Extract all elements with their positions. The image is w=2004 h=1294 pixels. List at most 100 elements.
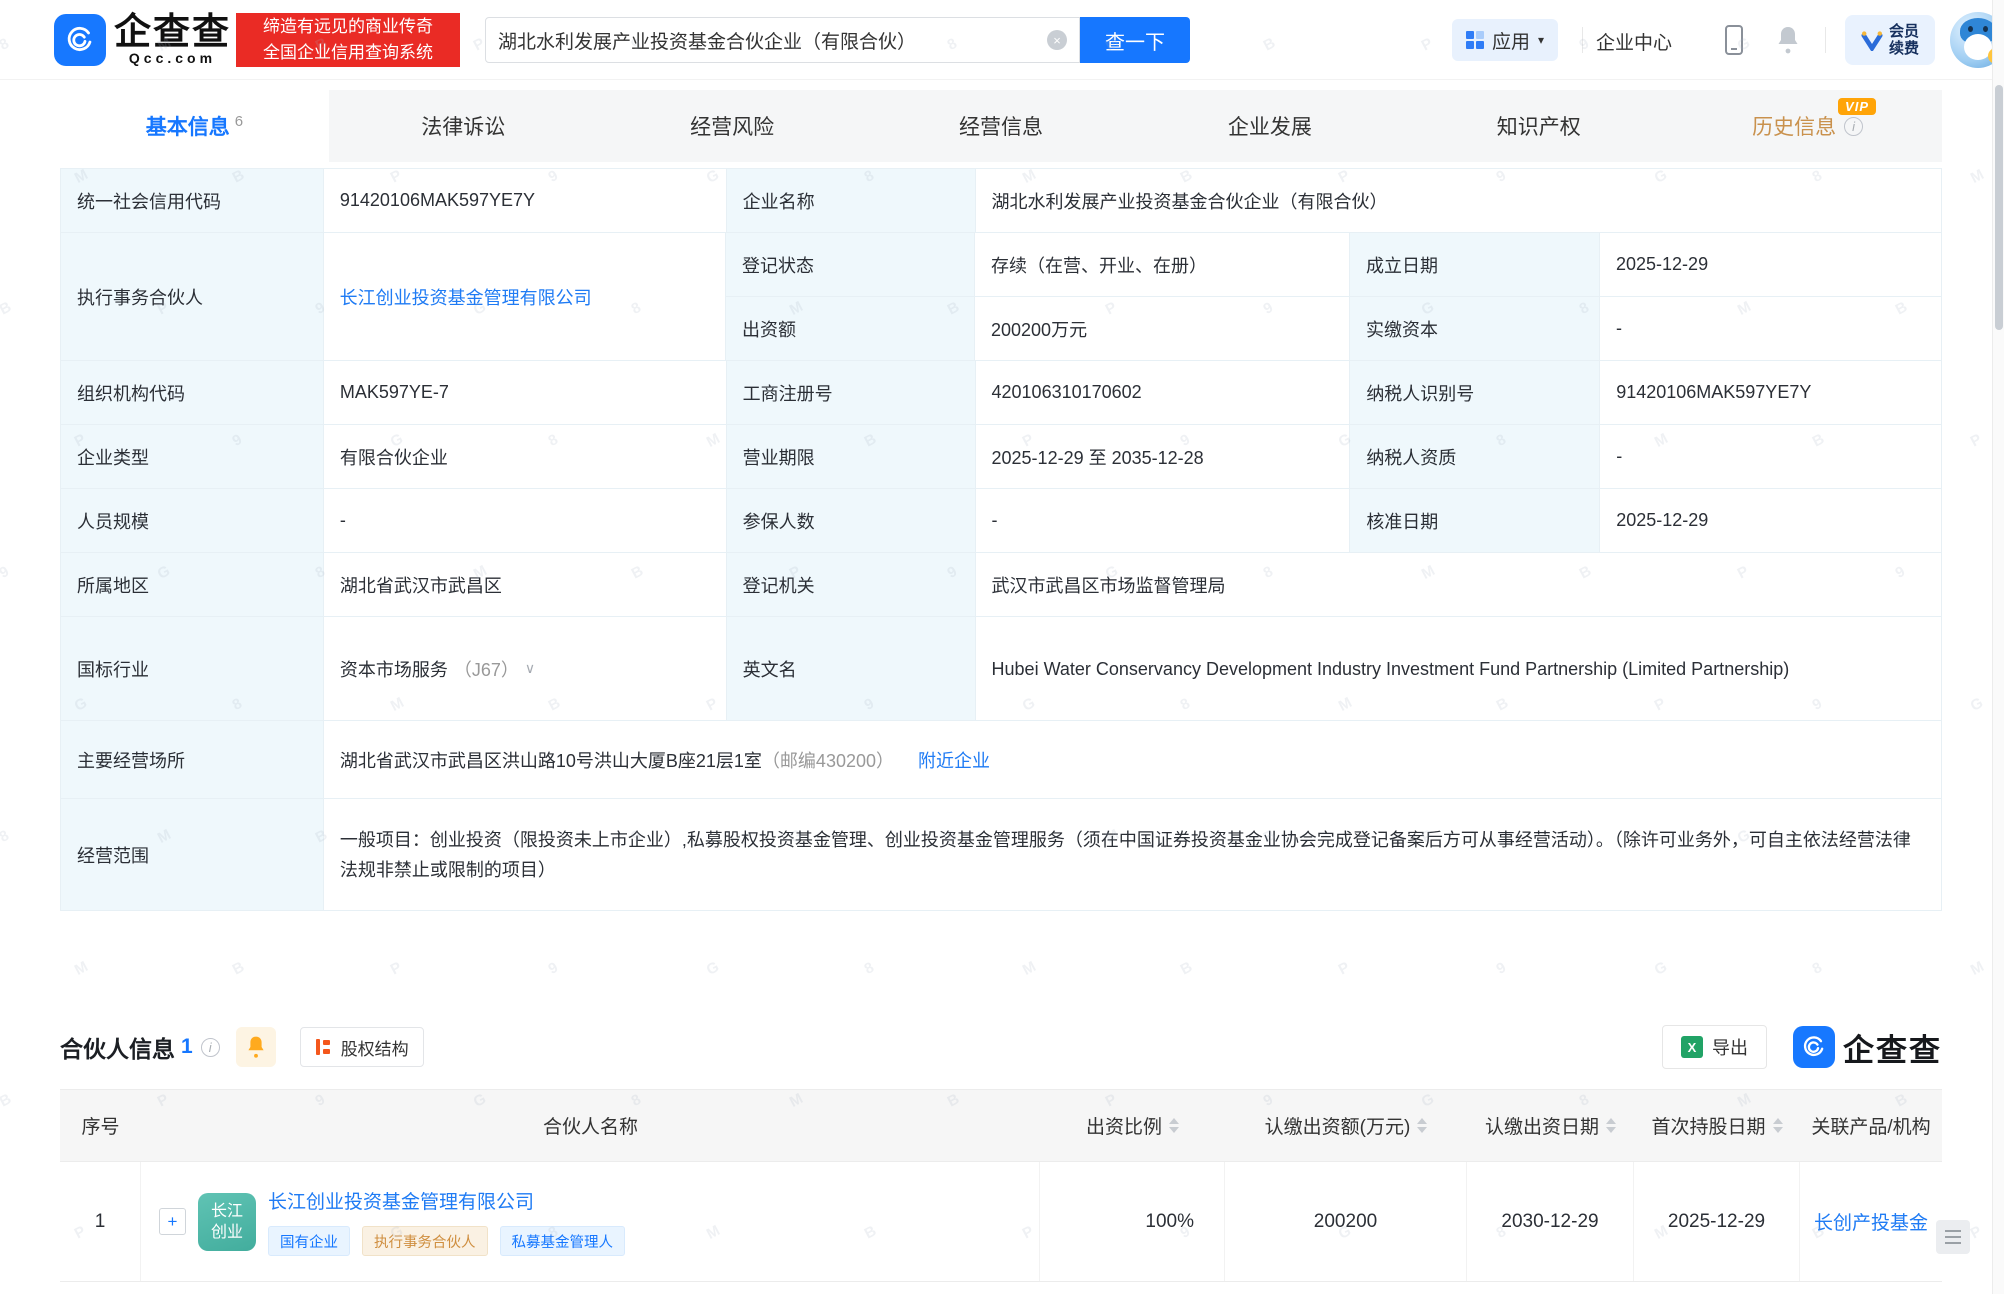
approval-date-label: 核准日期 — [1350, 489, 1600, 553]
row-index: 1 — [60, 1162, 141, 1281]
reg-status-value: 存续（在营、开业、在册） — [975, 233, 1350, 297]
apps-label: 应用 — [1492, 27, 1530, 54]
business-scope-label: 经营范围 — [61, 799, 324, 911]
tab-operation-info[interactable]: 经营信息 — [867, 90, 1136, 162]
reg-no-value: 420106310170602 — [976, 361, 1351, 425]
export-button[interactable]: X 导出 — [1662, 1025, 1767, 1069]
tab-development[interactable]: 企业发展 — [1135, 90, 1404, 162]
page-scrollbar[interactable] — [1992, 0, 2004, 1294]
uscc-label: 统一社会信用代码 — [61, 169, 324, 233]
insured-count-value: - — [976, 489, 1351, 553]
exec-partner-link[interactable]: 长江创业投资基金管理有限公司 — [340, 284, 592, 310]
partner-avatar[interactable]: 长江 创业 — [198, 1193, 256, 1251]
approval-date-value: 2025-12-29 — [1600, 489, 1942, 553]
qcc-logo[interactable]: 企查查 Qcc.com — [54, 13, 231, 66]
vip-renew-button[interactable]: 会员 续费 — [1845, 15, 1935, 65]
tag-private-fund-manager: 私募基金管理人 — [500, 1226, 626, 1256]
first-hold-date-value: 2025-12-29 — [1634, 1162, 1800, 1281]
header-divider — [1582, 27, 1583, 53]
taxpayer-id-label: 纳税人识别号 — [1350, 361, 1600, 425]
chevron-down-icon: ▾ — [1538, 33, 1544, 47]
business-term-label: 营业期限 — [727, 425, 976, 489]
industry-code: （J67） — [454, 656, 519, 682]
scrollbar-thumb[interactable] — [1995, 85, 2003, 330]
industry-expand-icon[interactable]: ∨ — [525, 660, 535, 677]
company-type-label: 企业类型 — [61, 425, 324, 489]
brand-slogan: 缔造有远见的商业传奇 全国企业信用查询系统 — [236, 13, 460, 67]
uscc-value: 91420106MAK597YE7Y — [324, 169, 727, 233]
nearby-companies-link[interactable]: 附近企业 — [918, 747, 990, 773]
english-name-label: 英文名 — [727, 617, 976, 721]
partner-name-link[interactable]: 长江创业投资基金管理有限公司 — [268, 1187, 625, 1214]
ratio-value: 100% — [1040, 1162, 1225, 1281]
search-input[interactable] — [486, 29, 1047, 51]
partners-count: 1 — [181, 1035, 193, 1059]
monitor-bell-button[interactable] — [236, 1027, 276, 1067]
tab-intellectual-property[interactable]: 知识产权 — [1404, 90, 1673, 162]
search-button[interactable]: 查一下 — [1080, 17, 1190, 63]
qcc-watermark-logo: 企查查 — [1793, 1025, 1942, 1070]
exec-partner-label: 执行事务合伙人 — [61, 233, 324, 361]
est-date-label: 成立日期 — [1350, 233, 1600, 297]
address-value: 湖北省武汉市武昌区洪山路10号洪山大厦B座21层1室 （邮编430200） 附近… — [324, 721, 1942, 799]
industry-value: 资本市场服务 （J67） ∨ — [324, 617, 727, 721]
basic-info-table: 统一社会信用代码 91420106MAK597YE7Y 企业名称 湖北水利发展产… — [60, 168, 1942, 911]
taxpayer-quality-value: - — [1600, 425, 1942, 489]
floating-widget-button[interactable] — [1936, 1220, 1970, 1254]
mobile-app-icon[interactable] — [1722, 24, 1746, 61]
col-first-hold-date[interactable]: 首次持股日期 — [1634, 1090, 1800, 1161]
reg-authority-value: 武汉市武昌区市场监督管理局 — [976, 553, 1942, 617]
reg-status-label: 登记状态 — [726, 233, 975, 297]
apps-menu[interactable]: 应用 ▾ — [1452, 19, 1558, 61]
tab-basic-info[interactable]: 基本信息 6 — [60, 90, 329, 162]
qcc-logo-icon — [1793, 1026, 1835, 1068]
partner-row: 1 + 长江 创业 长江创业投资基金管理有限公司 国有企业 执行事务合伙人 私募… — [60, 1162, 1942, 1282]
col-index: 序号 — [60, 1090, 141, 1161]
vip-renew-line2: 续费 — [1889, 40, 1919, 57]
address-postal: （邮编430200） — [762, 747, 894, 773]
sort-icon — [1417, 1118, 1427, 1133]
tag-state-owned: 国有企业 — [268, 1226, 350, 1256]
excel-icon: X — [1681, 1036, 1703, 1058]
enterprise-center-link[interactable]: 企业中心 — [1596, 28, 1672, 55]
staff-size-value: - — [324, 489, 727, 553]
vip-badge: VIP — [1838, 98, 1876, 115]
sort-icon — [1773, 1118, 1783, 1133]
tab-history-info[interactable]: VIP 历史信息 i — [1673, 90, 1942, 162]
partners-table-header: 序号 合伙人名称 出资比例 认缴出资额(万元) 认缴出资日期 首次持股日期 关联… — [60, 1090, 1942, 1162]
tab-basic-count: 6 — [235, 113, 243, 130]
org-code-label: 组织机构代码 — [61, 361, 324, 425]
capital-label: 出资额 — [726, 297, 975, 361]
capital-value: 200200万元 — [975, 297, 1350, 361]
equity-structure-button[interactable]: 股权结构 — [300, 1027, 424, 1067]
related-fund-link: 长创产投基金 — [1800, 1162, 1942, 1281]
industry-label: 国标行业 — [61, 617, 324, 721]
taxpayer-quality-label: 纳税人资质 — [1350, 425, 1600, 489]
tab-operation-risk[interactable]: 经营风险 — [598, 90, 867, 162]
taxpayer-id-value: 91420106MAK597YE7Y — [1600, 361, 1942, 425]
org-chart-icon — [315, 1038, 333, 1056]
org-code-value: MAK597YE-7 — [324, 361, 727, 425]
expand-row-button[interactable]: + — [159, 1208, 186, 1235]
address-label: 主要经营场所 — [61, 721, 324, 799]
reg-authority-label: 登记机关 — [727, 553, 976, 617]
search-clear-icon[interactable]: × — [1047, 30, 1067, 50]
partners-section: 合伙人信息 1 i 股权结构 X 导出 企查查 — [60, 1019, 1942, 1282]
region-label: 所属地区 — [61, 553, 324, 617]
slogan-line1: 缔造有远见的商业传奇 — [263, 14, 433, 40]
staff-size-label: 人员规模 — [61, 489, 324, 553]
header-divider — [1825, 27, 1826, 53]
qcc-logo-icon — [54, 14, 106, 66]
col-subscribe-date[interactable]: 认缴出资日期 — [1467, 1090, 1634, 1161]
info-icon[interactable]: i — [1844, 117, 1863, 136]
col-amount[interactable]: 认缴出资额(万元) — [1225, 1090, 1467, 1161]
logo-text-domain: Qcc.com — [129, 51, 216, 66]
info-icon[interactable]: i — [201, 1038, 220, 1057]
region-value: 湖北省武汉市武昌区 — [324, 553, 727, 617]
sort-icon — [1606, 1118, 1616, 1133]
notification-bell-icon[interactable] — [1775, 24, 1801, 61]
tab-legal[interactable]: 法律诉讼 — [329, 90, 598, 162]
paid-capital-value: - — [1600, 297, 1942, 361]
partners-table: 序号 合伙人名称 出资比例 认缴出资额(万元) 认缴出资日期 首次持股日期 关联… — [60, 1089, 1942, 1282]
col-ratio[interactable]: 出资比例 — [1040, 1090, 1225, 1161]
